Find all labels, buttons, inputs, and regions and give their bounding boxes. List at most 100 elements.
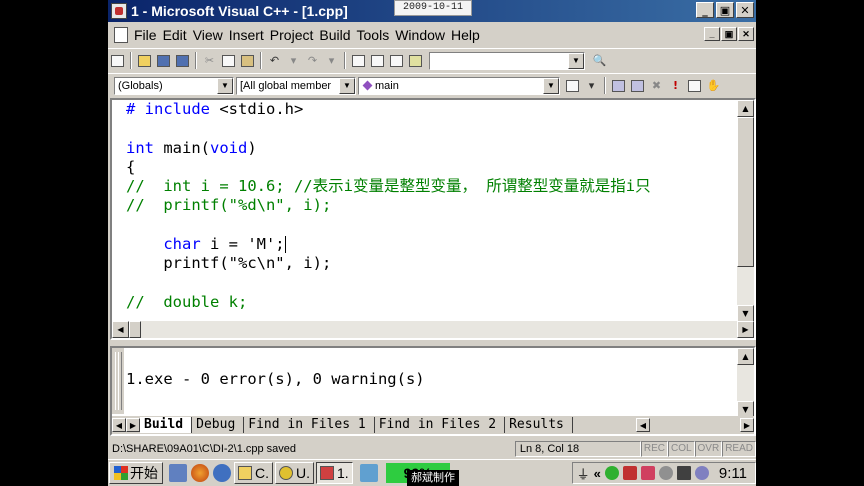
- tab-results[interactable]: Results: [505, 417, 573, 433]
- scroll-up-icon[interactable]: ▲: [737, 100, 754, 117]
- firefox-icon[interactable]: [191, 464, 209, 482]
- scroll-thumb[interactable]: [129, 321, 141, 338]
- code-line[interactable]: // printf("%d\n", i);: [126, 196, 738, 215]
- menu-project[interactable]: Project: [267, 27, 317, 43]
- tab-find-in-files-2[interactable]: Find in Files 2: [375, 417, 506, 433]
- redo-icon[interactable]: ↷: [304, 52, 321, 69]
- go-icon[interactable]: [686, 77, 703, 94]
- find-in-files-icon[interactable]: [407, 52, 424, 69]
- scroll-right-icon[interactable]: ▶: [740, 418, 754, 432]
- taskbar-button-c[interactable]: C.: [234, 462, 273, 484]
- restore-button[interactable]: ▣: [716, 2, 734, 18]
- code-line[interactable]: char i = 'M';: [126, 235, 738, 254]
- menu-view[interactable]: View: [190, 27, 226, 43]
- tab-scroll-right-icon[interactable]: ▶: [126, 418, 140, 432]
- code-line[interactable]: [126, 216, 738, 235]
- breakpoint-icon[interactable]: ✋: [705, 77, 722, 94]
- menu-edit[interactable]: Edit: [160, 27, 190, 43]
- build-icon[interactable]: [629, 77, 646, 94]
- editor-horizontal-scrollbar[interactable]: ◀ ▶: [112, 321, 754, 338]
- menu-tools[interactable]: Tools: [354, 27, 393, 43]
- signal-icon[interactable]: [676, 466, 691, 480]
- scroll-up-icon[interactable]: ▲: [737, 348, 754, 365]
- chevron-down-icon[interactable]: ▼: [543, 77, 559, 94]
- execute-icon[interactable]: !: [667, 77, 684, 94]
- app-icon[interactable]: [111, 3, 127, 19]
- scope-combo[interactable]: (Globals) ▼: [114, 76, 234, 95]
- close-button[interactable]: ✕: [736, 2, 754, 18]
- open-icon[interactable]: [136, 52, 153, 69]
- pane-grip[interactable]: [112, 348, 124, 414]
- scroll-thumb[interactable]: [737, 117, 754, 267]
- taskbar-button-vc[interactable]: 1.: [316, 462, 353, 484]
- output-icon[interactable]: [369, 52, 386, 69]
- security-icon[interactable]: [622, 466, 637, 480]
- chevron-down-icon[interactable]: ▼: [568, 52, 584, 69]
- taskbar-button-u[interactable]: U.: [275, 462, 314, 484]
- new-icon[interactable]: [109, 52, 126, 69]
- minimize-button[interactable]: _: [696, 2, 714, 18]
- power-plug-icon[interactable]: ⏚: [577, 464, 590, 483]
- scroll-left-icon[interactable]: ◀: [112, 321, 129, 338]
- undo-dropdown-icon[interactable]: ▾: [285, 52, 302, 69]
- menu-window[interactable]: Window: [392, 27, 448, 43]
- code-line[interactable]: {: [126, 158, 738, 177]
- chevron-down-icon[interactable]: ▼: [217, 77, 233, 94]
- redo-dropdown-icon[interactable]: ▾: [323, 52, 340, 69]
- clock[interactable]: 9:11: [719, 465, 747, 482]
- menu-insert[interactable]: Insert: [226, 27, 267, 43]
- editor-vertical-scrollbar[interactable]: ▲ ▼: [737, 100, 754, 322]
- clock-app-icon[interactable]: [694, 466, 709, 480]
- code-line[interactable]: int main(void): [126, 139, 738, 158]
- member-combo[interactable]: main ▼: [358, 76, 560, 95]
- filter-combo[interactable]: [All global member ▼: [236, 76, 356, 95]
- code-line[interactable]: [126, 274, 738, 293]
- code-line[interactable]: printf("%c\n", i);: [126, 254, 738, 273]
- chevron-down-icon[interactable]: ▼: [339, 77, 355, 94]
- paste-icon[interactable]: [239, 52, 256, 69]
- menu-file[interactable]: File: [131, 27, 160, 43]
- tab-build[interactable]: Build: [140, 417, 193, 433]
- tray-app-icon[interactable]: [359, 464, 378, 482]
- scroll-right-icon[interactable]: ▶: [737, 321, 754, 338]
- network-icon[interactable]: [604, 466, 619, 480]
- tab-find-in-files-1[interactable]: Find in Files 1: [244, 417, 375, 433]
- desktop-icon[interactable]: [169, 464, 187, 482]
- shield-icon[interactable]: [640, 466, 655, 480]
- scroll-left-icon[interactable]: ◀: [636, 418, 650, 432]
- volume-icon[interactable]: [658, 466, 673, 480]
- save-all-icon[interactable]: [174, 52, 191, 69]
- expand-tray-icon[interactable]: «: [594, 466, 601, 481]
- code-line[interactable]: [126, 119, 738, 138]
- code-line[interactable]: // double k;: [126, 293, 738, 312]
- workspace-icon[interactable]: [350, 52, 367, 69]
- menu-build[interactable]: Build: [316, 27, 353, 43]
- code-editor[interactable]: # include <stdio.h> int main(void){// in…: [110, 98, 756, 340]
- title-bar[interactable]: 1 - Microsoft Visual C++ - [1.cpp] 2009-…: [108, 0, 756, 22]
- window-list-icon[interactable]: [388, 52, 405, 69]
- media-player-icon[interactable]: [213, 464, 231, 482]
- code-text[interactable]: # include <stdio.h> int main(void){// in…: [126, 100, 738, 322]
- wizard-action-icon[interactable]: [564, 77, 581, 94]
- tab-debug[interactable]: Debug: [192, 417, 245, 433]
- scroll-down-icon[interactable]: ▼: [737, 305, 754, 322]
- start-button[interactable]: 开始: [109, 462, 163, 484]
- code-line[interactable]: // int i = 10.6; //表示i变量是整型变量， 所谓整型变量就是指…: [126, 177, 738, 196]
- document-icon[interactable]: [114, 27, 128, 43]
- find-icon[interactable]: 🔍: [591, 52, 608, 69]
- doc-minimize-button[interactable]: _: [704, 27, 720, 41]
- find-combo[interactable]: ▼: [429, 51, 585, 70]
- undo-icon[interactable]: ↶: [266, 52, 283, 69]
- compile-icon[interactable]: [610, 77, 627, 94]
- stop-build-icon[interactable]: ✖: [648, 77, 665, 94]
- wizard-action-dropdown-icon[interactable]: ▾: [583, 77, 600, 94]
- copy-icon[interactable]: [220, 52, 237, 69]
- code-line[interactable]: # include <stdio.h>: [126, 100, 738, 119]
- tab-scroll-left-icon[interactable]: ◀: [112, 418, 126, 432]
- doc-restore-button[interactable]: ▣: [721, 27, 737, 41]
- menu-help[interactable]: Help: [448, 27, 483, 43]
- doc-close-button[interactable]: ✕: [738, 27, 754, 41]
- output-vertical-scrollbar[interactable]: ▲ ▼: [737, 348, 754, 418]
- cut-icon[interactable]: ✂: [201, 52, 218, 69]
- save-icon[interactable]: [155, 52, 172, 69]
